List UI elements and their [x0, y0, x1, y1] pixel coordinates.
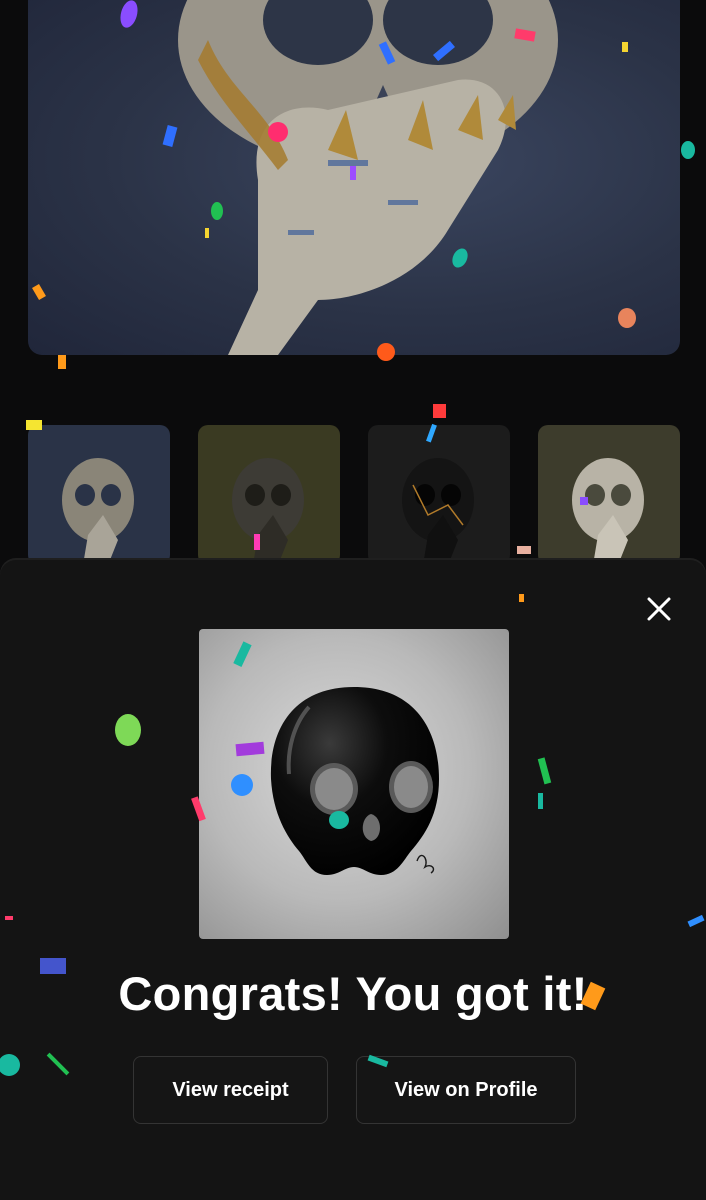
skull-hand-illustration	[178, 0, 558, 355]
success-headline: Congrats! You got it!	[118, 967, 588, 1020]
view-on-profile-button[interactable]: View on Profile	[356, 1056, 576, 1124]
thumbnail-strip	[28, 425, 680, 565]
nft-image	[199, 629, 509, 939]
hero-artwork	[28, 0, 680, 355]
thumbnail-4[interactable]	[538, 425, 680, 565]
close-icon	[647, 597, 671, 621]
close-button[interactable]	[642, 592, 676, 626]
thumbnail-3[interactable]	[368, 425, 510, 565]
view-receipt-button[interactable]: View receipt	[133, 1056, 328, 1124]
thumbnail-2[interactable]	[198, 425, 340, 565]
thumbnail-1[interactable]	[28, 425, 170, 565]
